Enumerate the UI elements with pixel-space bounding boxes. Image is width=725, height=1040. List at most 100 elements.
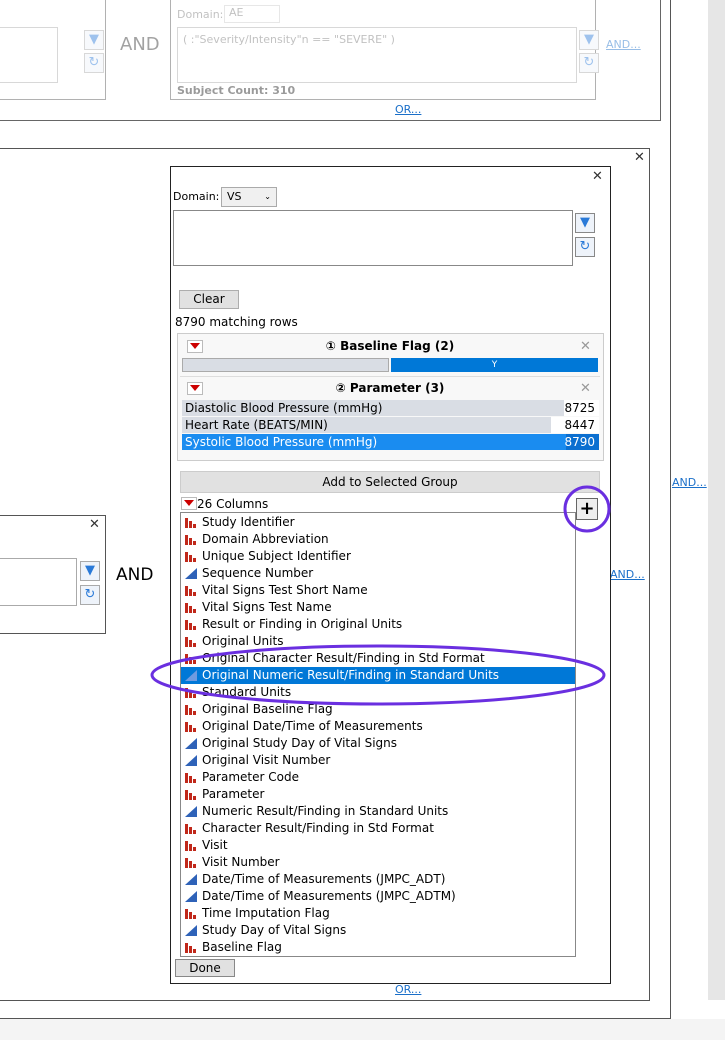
filter-title: ② Parameter (3)	[335, 381, 445, 395]
level-label: Heart Rate (BEATS/MIN)	[185, 418, 328, 432]
column-name: Study Identifier	[202, 515, 295, 529]
and-link[interactable]: AND...	[610, 568, 645, 581]
nominal-column-icon	[185, 909, 196, 919]
columns-count: 26 Columns	[197, 497, 269, 511]
expression-input[interactable]	[173, 210, 573, 266]
column-list-item[interactable]: Character Result/Finding in Std Format	[181, 820, 575, 837]
nominal-column-icon	[185, 790, 196, 800]
and-label: AND	[116, 565, 154, 585]
column-name: Parameter Code	[202, 770, 299, 784]
column-list-item[interactable]: Study Day of Vital Signs	[181, 922, 575, 939]
column-list-item[interactable]: Numeric Result/Finding in Standard Units	[181, 803, 575, 820]
column-name: Visit Number	[202, 855, 280, 869]
clear-button[interactable]: Clear	[179, 290, 239, 309]
refresh-icon[interactable]: ↻	[579, 53, 599, 73]
column-list-item[interactable]: Date/Time of Measurements (JMPC_ADT)	[181, 871, 575, 888]
or-link[interactable]: OR...	[395, 103, 421, 116]
done-button[interactable]: Done	[175, 959, 235, 977]
nominal-column-icon	[185, 535, 196, 545]
close-icon[interactable]: ✕	[580, 381, 591, 396]
nominal-column-icon	[185, 705, 196, 715]
nominal-column-icon	[185, 841, 196, 851]
filter-title: ① Baseline Flag (2)	[325, 339, 455, 353]
columns-list[interactable]: Study Identifier Domain Abbreviation Uniqu…	[180, 512, 576, 957]
footer	[0, 1019, 725, 1040]
nominal-column-icon	[185, 552, 196, 562]
filter-icon[interactable]: ▼	[80, 561, 100, 581]
column-list-item[interactable]: Baseline Flag	[181, 939, 575, 956]
and-link[interactable]: AND...	[606, 38, 641, 51]
column-list-item[interactable]: Time Imputation Flag	[181, 905, 575, 922]
domain-select[interactable]: VS ⌄	[221, 187, 277, 207]
divider	[180, 376, 600, 377]
add-to-selected-group-button[interactable]: Add to Selected Group	[180, 471, 600, 493]
add-column-button[interactable]: +	[576, 498, 598, 520]
nominal-column-icon	[185, 722, 196, 732]
domain-select[interactable]: AE	[224, 5, 280, 23]
close-icon[interactable]: ✕	[634, 150, 645, 165]
scrollbar[interactable]	[708, 0, 725, 1000]
refresh-icon[interactable]: ↻	[80, 585, 100, 605]
close-icon[interactable]: ✕	[592, 169, 603, 184]
column-list-item[interactable]: Original Date/Time of Measurements	[181, 718, 575, 735]
nominal-column-icon	[185, 688, 196, 698]
filter-icon[interactable]: ▼	[84, 30, 104, 50]
filter-icon[interactable]: ▼	[575, 213, 595, 233]
filter-level[interactable]	[182, 358, 389, 372]
column-list-item[interactable]: Vital Signs Test Name	[181, 599, 575, 616]
red-triangle-menu-icon[interactable]	[181, 497, 197, 510]
column-list-item[interactable]: Study Identifier	[181, 514, 575, 531]
level-label: Diastolic Blood Pressure (mmHg)	[185, 401, 383, 415]
column-name: Baseline Flag	[202, 940, 282, 954]
column-list-item[interactable]: Date/Time of Measurements (JMPC_ADTM)	[181, 888, 575, 905]
column-list-item[interactable]: Original Character Result/Finding in Std…	[181, 650, 575, 667]
column-list-item[interactable]: Original Study Day of Vital Signs	[181, 735, 575, 752]
nominal-column-icon	[185, 943, 196, 953]
column-name: Standard Units	[202, 685, 292, 699]
column-name: Original Numeric Result/Finding in Stand…	[202, 668, 500, 682]
filter-level-selected[interactable]: Y	[391, 358, 598, 372]
column-list-item[interactable]: Original Numeric Result/Finding in Stand…	[181, 667, 575, 684]
nominal-column-icon	[185, 773, 196, 783]
filter-icon[interactable]: ▼	[579, 30, 599, 50]
column-list-item[interactable]: Visit Number	[181, 854, 575, 871]
refresh-icon[interactable]: ↻	[84, 53, 104, 73]
nominal-column-icon	[185, 654, 196, 664]
divider	[0, 120, 660, 121]
column-list-item[interactable]: Unique Subject Identifier	[181, 548, 575, 565]
column-list-item[interactable]: Original Visit Number	[181, 752, 575, 769]
column-name: Result or Finding in Original Units	[202, 617, 403, 631]
filter-level[interactable]: Heart Rate (BEATS/MIN) 8447	[182, 417, 599, 433]
level-count: 8790	[564, 435, 595, 449]
column-list-item[interactable]: Sequence Number	[181, 565, 575, 582]
left-expression[interactable]	[0, 558, 77, 606]
column-list-item[interactable]: Parameter	[181, 786, 575, 803]
column-list-item[interactable]: Domain Abbreviation	[181, 531, 575, 548]
refresh-icon[interactable]: ↻	[575, 237, 595, 257]
column-list-item[interactable]: Original Units	[181, 633, 575, 650]
column-name: Domain Abbreviation	[202, 532, 329, 546]
nominal-column-icon	[185, 637, 196, 647]
expression-input[interactable]: ( :"Severity/Intensity"n == "SEVERE" )	[177, 27, 577, 83]
and-label: AND	[120, 34, 160, 55]
column-list-item[interactable]: Visit	[181, 837, 575, 854]
column-list-item[interactable]: Result or Finding in Original Units	[181, 616, 575, 633]
column-name: Original Visit Number	[202, 753, 331, 767]
and-link[interactable]: AND...	[672, 476, 707, 489]
matching-rows: 8790 matching rows	[175, 315, 298, 329]
column-list-item[interactable]: Standard Units	[181, 684, 575, 701]
top-left-expression[interactable]	[0, 27, 58, 83]
continuous-column-icon	[185, 806, 197, 817]
or-link[interactable]: OR...	[395, 983, 421, 996]
column-list-item[interactable]: Parameter Code	[181, 769, 575, 786]
filter-level[interactable]: Diastolic Blood Pressure (mmHg) 8725	[182, 400, 599, 416]
close-icon[interactable]: ✕	[89, 517, 100, 532]
column-list-item[interactable]: Original Baseline Flag	[181, 701, 575, 718]
close-icon[interactable]: ✕	[580, 339, 591, 354]
filter-level-selected[interactable]: Systolic Blood Pressure (mmHg) 8790	[182, 434, 599, 450]
continuous-column-icon	[185, 738, 197, 749]
column-list-item[interactable]: Vital Signs Test Short Name	[181, 582, 575, 599]
continuous-column-icon	[185, 568, 197, 579]
nominal-column-icon	[185, 824, 196, 834]
divider	[660, 0, 661, 121]
